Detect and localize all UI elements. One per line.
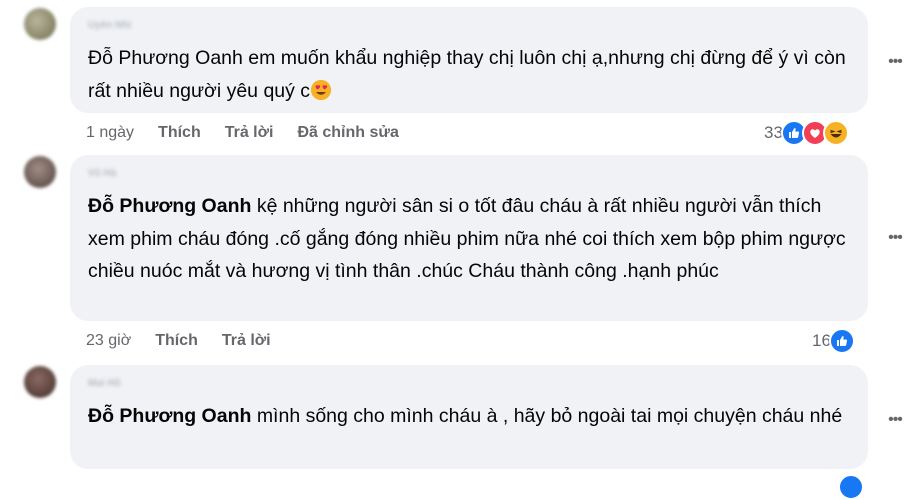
edited-label[interactable]: Đã chỉnh sửa xyxy=(297,124,398,142)
more-options-icon[interactable]: ••• xyxy=(885,410,905,430)
avatar[interactable] xyxy=(24,156,56,188)
comment-body: Đỗ Phương Oanh em muốn khẩu nghiệp thay … xyxy=(88,47,846,102)
like-button[interactable]: Thích xyxy=(155,332,198,350)
reaction-summary[interactable]: 16 xyxy=(812,328,855,354)
comment-bubble: Mai Hồ Đỗ Phương Oanh mình sống cho mình… xyxy=(70,365,868,469)
heart-eyes-emoji-icon xyxy=(311,79,332,100)
comment-actions: 1 ngày Thích Trả lời Đã chỉnh sửa xyxy=(86,124,423,142)
like-icon xyxy=(828,328,855,354)
haha-icon xyxy=(822,120,849,146)
comment-time[interactable]: 23 giờ xyxy=(86,332,131,350)
mention-link[interactable]: Đỗ Phương Oanh xyxy=(88,405,251,427)
comment-body: mình sống cho mình cháu à , hãy bỏ ngoài… xyxy=(256,405,843,427)
comment-author[interactable]: Uyên Nhi xyxy=(88,20,131,31)
avatar[interactable] xyxy=(24,8,56,40)
comment-text: Đỗ Phương Oanh kệ những người sân si o t… xyxy=(88,190,850,288)
like-button[interactable]: Thích xyxy=(158,124,201,142)
comment-bubble: Vũ Hà Đỗ Phương Oanh kệ những người sân … xyxy=(70,155,868,321)
reply-button[interactable]: Trả lời xyxy=(222,332,271,350)
comment-text: Đỗ Phương Oanh em muốn khẩu nghiệp thay … xyxy=(88,42,850,107)
avatar[interactable] xyxy=(24,366,56,398)
more-options-icon[interactable]: ••• xyxy=(885,52,905,72)
comment-actions: 23 giờ Thích Trả lời xyxy=(86,332,295,350)
comment-text: Đỗ Phương Oanh mình sống cho mình cháu à… xyxy=(88,400,850,433)
reply-button[interactable]: Trả lời xyxy=(225,124,274,142)
comment-author[interactable]: Vũ Hà xyxy=(88,168,116,179)
comment-bubble: Uyên Nhi Đỗ Phương Oanh em muốn khẩu ngh… xyxy=(70,7,868,113)
comment-time[interactable]: 1 ngày xyxy=(86,124,134,142)
reaction-summary[interactable]: 33 xyxy=(764,120,849,146)
more-options-icon[interactable]: ••• xyxy=(885,228,905,248)
comment-author[interactable]: Mai Hồ xyxy=(88,378,121,389)
mention-link[interactable]: Đỗ Phương Oanh xyxy=(88,195,251,217)
